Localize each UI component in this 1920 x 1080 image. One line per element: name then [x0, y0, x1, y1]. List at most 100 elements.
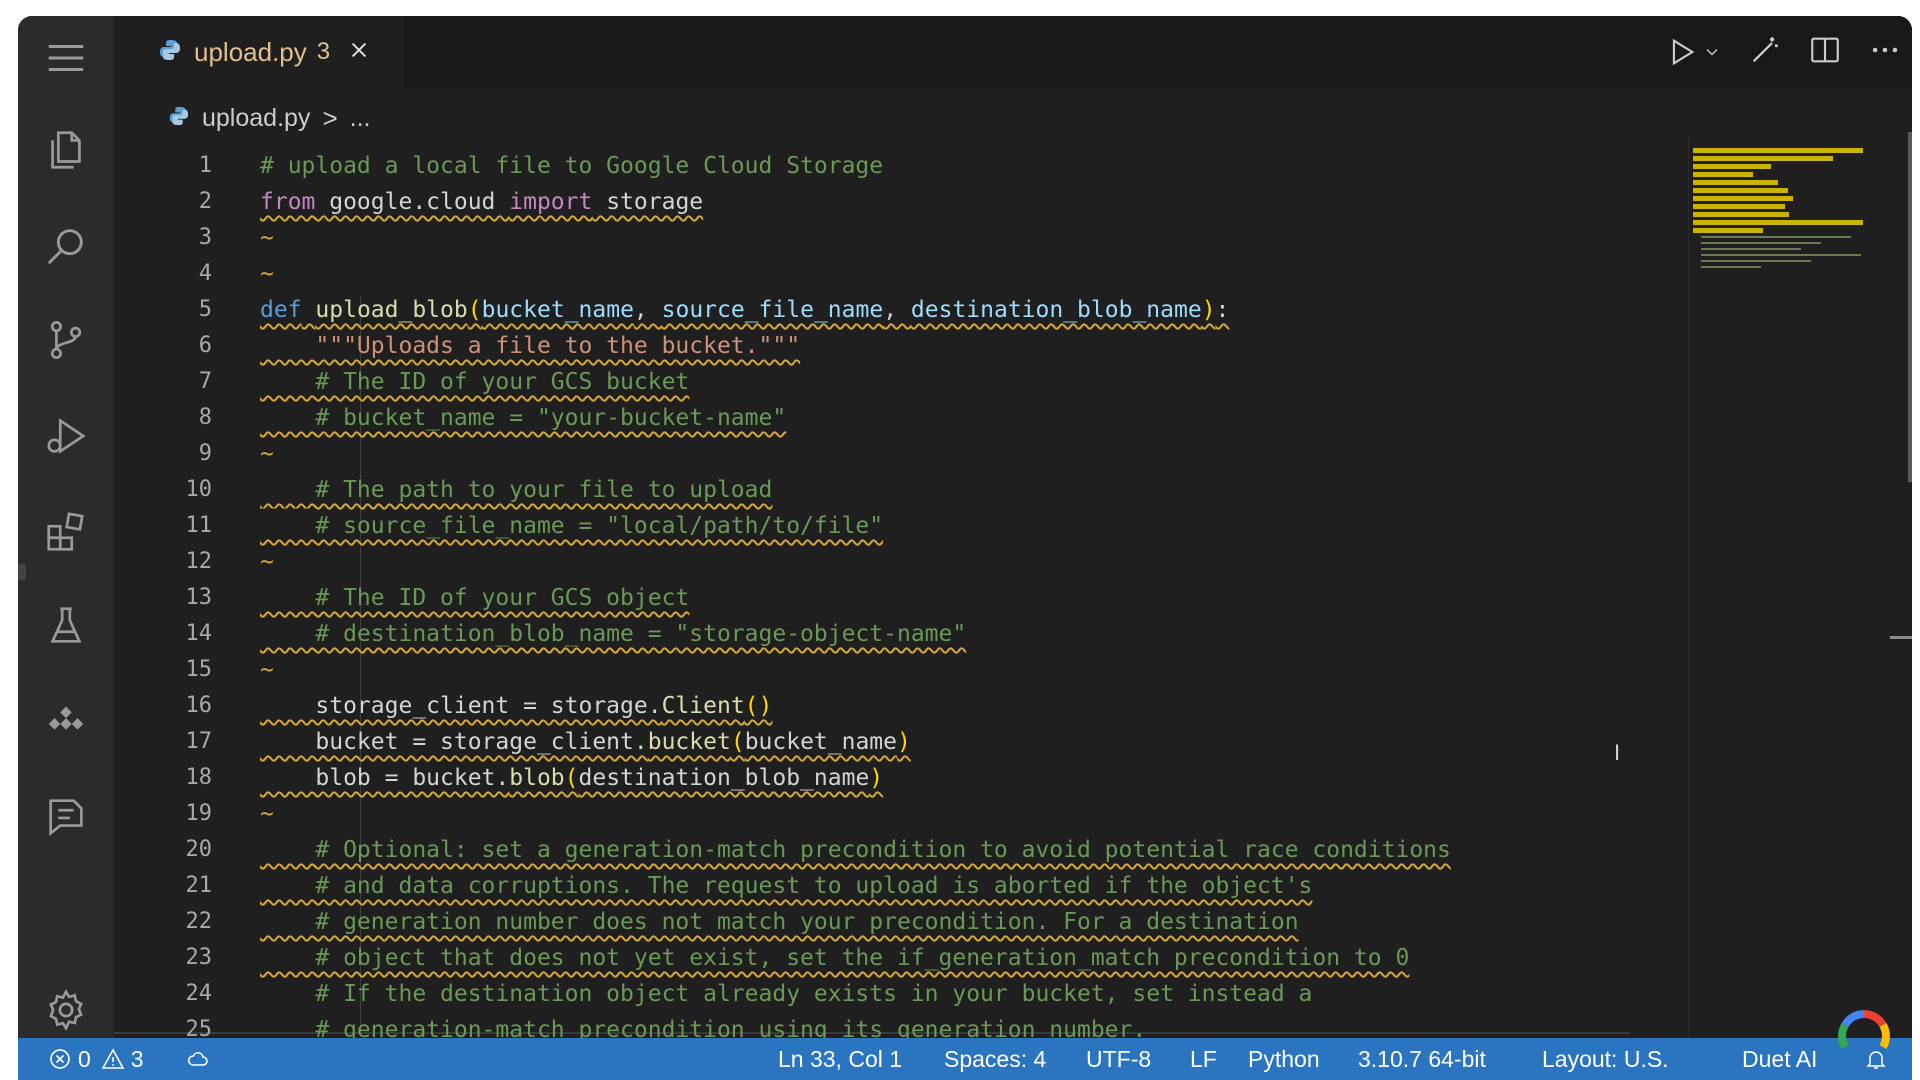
- code-line[interactable]: 5 def upload_blob(bucket_name, source_fil…: [114, 292, 1688, 328]
- code-text: def upload_blob(bucket_name, source_file…: [260, 292, 1229, 328]
- code-token: bucket_name: [744, 729, 898, 755]
- code-token: ): [897, 729, 911, 755]
- code-line[interactable]: 7 # The ID of your GCS bucket: [114, 364, 1688, 400]
- code-token: # object that does not yet exist, set th…: [315, 945, 1410, 971]
- code-line[interactable]: 25 # generation-match precondition using…: [114, 1012, 1688, 1038]
- duet-ai-icon[interactable]: [1834, 1006, 1894, 1066]
- line-number: 13: [185, 585, 213, 610]
- code-token: import: [509, 189, 593, 215]
- line-number: 15: [185, 657, 213, 682]
- indentation[interactable]: Spaces: 4: [944, 1038, 1046, 1080]
- minimap[interactable]: [1688, 132, 1879, 1038]
- code-token: :: [1215, 297, 1230, 323]
- line-number: 19: [185, 801, 213, 826]
- code-editor[interactable]: I 1 # upload a local file to Google Cloud…: [114, 148, 1688, 1038]
- cursor-position[interactable]: Ln 33, Col 1: [778, 1038, 902, 1080]
- code-line[interactable]: 10 # The path to your file to upload: [114, 472, 1688, 508]
- line-number: 4: [198, 261, 212, 286]
- code-line[interactable]: 24 # If the destination object already e…: [114, 976, 1688, 1012]
- minimap-line: [1693, 156, 1833, 161]
- keyboard-layout[interactable]: Layout: U.S.: [1542, 1038, 1669, 1080]
- line-number: 7: [198, 369, 212, 394]
- code-line[interactable]: 16 storage_client = storage.Client(): [114, 688, 1688, 724]
- testing-icon[interactable]: [18, 586, 114, 666]
- breadcrumb-file[interactable]: upload.py: [202, 104, 310, 133]
- code-token: ~: [260, 261, 274, 287]
- files-icon[interactable]: [18, 110, 114, 190]
- code-text: ~: [260, 436, 274, 472]
- code-line[interactable]: 19 ~: [114, 796, 1688, 832]
- code-token: (): [744, 693, 773, 719]
- sidebar-resize-handle[interactable]: [18, 564, 26, 580]
- code-line[interactable]: 8 # bucket_name = "your-bucket-name": [114, 400, 1688, 436]
- menu-icon[interactable]: [18, 18, 114, 98]
- code-text: # The ID of your GCS object: [260, 580, 689, 616]
- encoding[interactable]: UTF-8: [1086, 1038, 1151, 1080]
- line-number: 22: [185, 909, 213, 934]
- code-line[interactable]: 4 ~: [114, 256, 1688, 292]
- code-token: # The ID of your GCS bucket: [315, 369, 690, 395]
- code-line[interactable]: 14 # destination_blob_name = "storage-ob…: [114, 616, 1688, 652]
- extensions-icon[interactable]: [18, 492, 114, 572]
- minimap-line: [1693, 228, 1763, 233]
- cloud-code-icon[interactable]: [18, 682, 114, 762]
- play-icon[interactable]: [1664, 35, 1722, 69]
- search-icon[interactable]: [18, 206, 114, 286]
- code-token: # upload a local file to Google Cloud St…: [260, 153, 884, 179]
- code-line[interactable]: 1 # upload a local file to Google Cloud S…: [114, 148, 1688, 184]
- chevron-down-icon[interactable]: [1702, 42, 1722, 62]
- breadcrumb: upload.py > ...: [114, 88, 1912, 148]
- code-token: ~: [260, 225, 274, 251]
- code-token: # generation number does not match your …: [315, 909, 1299, 935]
- minimap-line: [1701, 254, 1861, 256]
- code-line[interactable]: 6 """Uploads a file to the bucket.""": [114, 328, 1688, 364]
- code-text: """Uploads a file to the bucket.""": [260, 328, 800, 364]
- code-text: ~: [260, 796, 274, 832]
- problems-indicator[interactable]: 0 3: [48, 1038, 144, 1080]
- cloud-icon[interactable]: [186, 1038, 210, 1080]
- python-interpreter[interactable]: 3.10.7 64-bit: [1358, 1038, 1486, 1080]
- code-text: ~: [260, 544, 274, 580]
- code-line[interactable]: 3 ~: [114, 220, 1688, 256]
- notes-icon[interactable]: [18, 776, 114, 856]
- code-line[interactable]: 23 # object that does not yet exist, set…: [114, 940, 1688, 976]
- code-line[interactable]: 13 # The ID of your GCS object: [114, 580, 1688, 616]
- python-icon: [168, 105, 190, 132]
- tab-upload-py[interactable]: upload.py 3: [114, 16, 404, 88]
- line-number: 1: [198, 153, 212, 178]
- close-icon[interactable]: [348, 39, 370, 66]
- code-line[interactable]: 15 ~: [114, 652, 1688, 688]
- code-line[interactable]: 17 bucket = storage_client.bucket(bucket…: [114, 724, 1688, 760]
- vertical-scrollbar[interactable]: [1908, 132, 1912, 482]
- code-line[interactable]: 12 ~: [114, 544, 1688, 580]
- code-line[interactable]: 2 from google.cloud import storage: [114, 184, 1688, 220]
- code-text: ~: [260, 652, 274, 688]
- code-line[interactable]: 9 ~: [114, 436, 1688, 472]
- language-mode[interactable]: Python: [1248, 1038, 1320, 1080]
- more-icon[interactable]: [1868, 33, 1902, 72]
- code-line[interactable]: 22 # generation number does not match yo…: [114, 904, 1688, 940]
- code-text: # upload a local file to Google Cloud St…: [260, 148, 883, 184]
- duet-ai-status[interactable]: Duet AI: [1742, 1038, 1817, 1080]
- run-debug-icon[interactable]: [18, 396, 114, 476]
- code-token: def: [260, 297, 302, 323]
- split-editor-icon[interactable]: [1808, 33, 1842, 72]
- vscode-window: upload.py 3 upload.py > ... I 1 # upload…: [18, 16, 1912, 1080]
- line-number: 18: [185, 765, 213, 790]
- code-text: # The path to your file to upload: [260, 472, 772, 508]
- breadcrumb-more[interactable]: ...: [350, 104, 371, 133]
- code-line[interactable]: 11 # source_file_name = "local/path/to/f…: [114, 508, 1688, 544]
- source-control-icon[interactable]: [18, 300, 114, 380]
- end-of-line[interactable]: LF: [1190, 1038, 1217, 1080]
- wand-icon[interactable]: [1748, 33, 1782, 72]
- code-line[interactable]: 21 # and data corruptions. The request t…: [114, 868, 1688, 904]
- status-bar: 0 3 Ln 33, Col 1 Spaces: 4 UTF-8 LF Pyth…: [18, 1038, 1912, 1080]
- code-line[interactable]: 20 # Optional: set a generation-match pr…: [114, 832, 1688, 868]
- code-line[interactable]: 18 blob = bucket.blob(destination_blob_n…: [114, 760, 1688, 796]
